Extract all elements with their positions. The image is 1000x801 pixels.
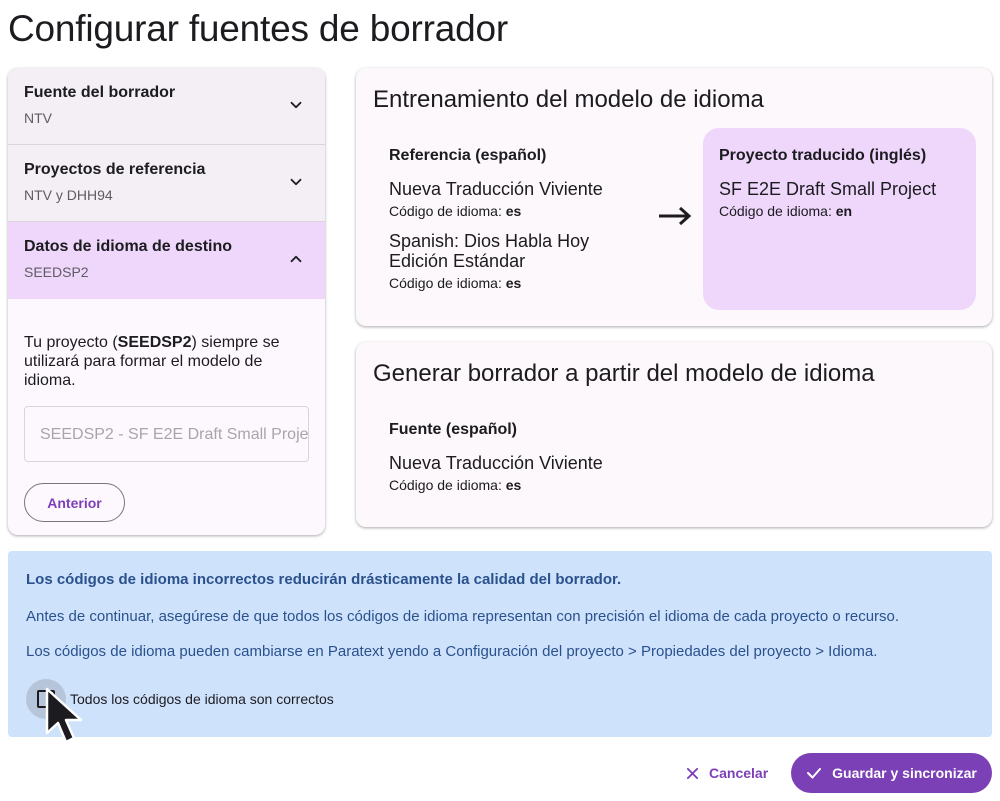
target-resource: SF E2E Draft Small Project Código de idi… [719,179,960,219]
warning-title: Los códigos de idioma incorrectos reduci… [26,571,622,588]
save-and-sync-button[interactable]: Guardar y sincronizar [791,753,992,793]
resource-name: SF E2E Draft Small Project [719,179,937,199]
chevron-down-icon [287,96,305,114]
warning-text: Los códigos de idioma pueden cambiarse e… [26,643,878,660]
stepper-panel: Fuente del borrador NTV Proyectos de ref… [8,68,325,535]
resource-name: Nueva Traducción Viviente [389,453,603,473]
step-title: Proyectos de referencia [24,161,206,178]
step-subtitle: NTV y DHH94 [24,187,113,203]
save-label: Guardar y sincronizar [832,765,977,781]
page-title: Configurar fuentes de borrador [8,8,508,49]
language-code: Código de idioma: es [389,203,522,219]
checkbox-halo [26,679,66,719]
training-title: Entrenamiento del modelo de idioma [373,86,764,113]
generate-card: Generar borrador a partir del modelo de … [356,342,992,527]
target-project-field: SEEDSP2 - SF E2E Draft Small Project [24,406,309,462]
cancel-label: Cancelar [709,765,769,781]
chevron-up-icon [287,250,305,268]
previous-button[interactable]: Anterior [24,483,125,522]
close-icon [686,767,699,780]
source-column: Fuente (español) Nueva Traducción Vivien… [389,421,789,493]
warning-text: Antes de continuar, asegúrese de que tod… [26,608,900,625]
checkbox-label: Todos los códigos de idioma son correcto… [70,691,334,707]
step-draft-source[interactable]: Fuente del borrador NTV [8,68,325,145]
reference-resource: Spanish: Dios Habla Hoy Edición Estándar… [389,231,649,291]
step-subtitle: NTV [24,110,52,126]
reference-column: Referencia (español) Nueva Traducción Vi… [389,147,649,291]
check-icon [806,766,822,780]
project-code: SEEDSP2 [117,334,192,351]
target-project-box: Proyecto traducido (inglés) SF E2E Draft… [703,128,976,310]
step-subtitle: SEEDSP2 [24,264,89,280]
generate-title: Generar borrador a partir del modelo de … [373,360,875,387]
cancel-button[interactable]: Cancelar [674,753,780,793]
target-heading: Proyecto traducido (inglés) [719,147,927,164]
resource-name: Nueva Traducción Viviente [389,179,603,199]
source-resource: Nueva Traducción Viviente Código de idio… [389,453,789,493]
arrow-right-icon [658,205,692,227]
language-code: Código de idioma: es [389,275,522,291]
resource-name: Spanish: Dios Habla Hoy Edición Estándar [389,231,590,271]
step-target-language-data[interactable]: Datos de idioma de destino SEEDSP2 [8,222,325,299]
step-title: Fuente del borrador [24,84,176,101]
reference-heading: Referencia (español) [389,147,547,164]
reference-resource: Nueva Traducción Viviente Código de idio… [389,179,649,219]
chevron-down-icon [287,173,305,191]
source-heading: Fuente (español) [389,421,518,438]
language-codes-confirm[interactable]: Todos los códigos de idioma son correcto… [26,679,334,719]
confirm-checkbox[interactable] [37,690,55,708]
language-code: Código de idioma: es [389,477,522,493]
language-code: Código de idioma: en [719,203,853,219]
step-reference-projects[interactable]: Proyectos de referencia NTV y DHH94 [8,145,325,222]
language-code-warning: Los códigos de idioma incorrectos reduci… [8,551,992,737]
step-description: Tu proyecto (SEEDSP2) siempre se utiliza… [24,334,280,389]
step-content: Tu proyecto (SEEDSP2) siempre se utiliza… [8,299,325,522]
training-card: Entrenamiento del modelo de idioma Refer… [356,68,992,326]
step-title: Datos de idioma de destino [24,238,233,255]
